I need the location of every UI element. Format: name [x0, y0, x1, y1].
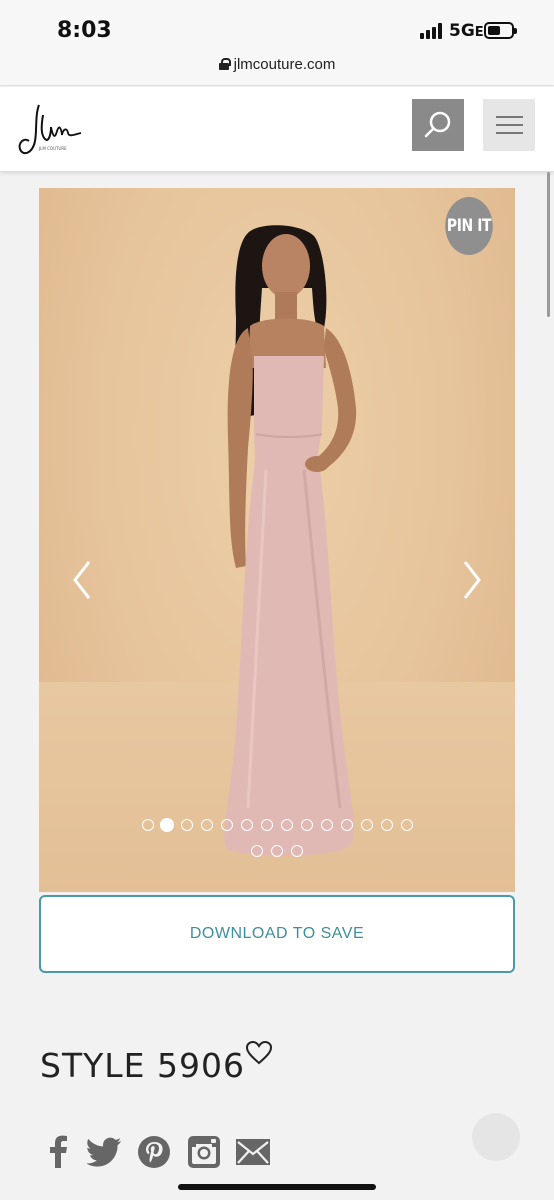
gallery-dot[interactable] [401, 819, 413, 831]
gallery-dot[interactable] [142, 819, 154, 831]
instagram-icon[interactable] [186, 1135, 222, 1169]
product-style-title: STYLE 5906 [40, 1046, 245, 1085]
gallery-dot[interactable] [221, 819, 233, 831]
jlm-logo[interactable]: JLM COUTURE [15, 97, 90, 159]
gallery-dot[interactable] [301, 819, 313, 831]
svg-text:JLM COUTURE: JLM COUTURE [38, 146, 67, 151]
chevron-left-icon[interactable] [69, 558, 95, 602]
signal-icon [420, 23, 442, 39]
hamburger-menu-icon [496, 116, 523, 118]
back-to-top-button[interactable] [472, 1113, 520, 1161]
gallery-dot[interactable] [291, 845, 303, 857]
menu-button[interactable] [483, 99, 535, 151]
gallery-dot[interactable] [381, 819, 393, 831]
gallery-dot[interactable] [181, 819, 193, 831]
facebook-icon[interactable] [41, 1135, 77, 1169]
gallery-dot[interactable] [361, 819, 373, 831]
gallery-dot[interactable] [251, 845, 263, 857]
lock-icon [218, 58, 231, 70]
page-scrollbar[interactable] [547, 172, 550, 317]
product-image-gallery[interactable]: PIN IT [39, 188, 515, 892]
search-icon [424, 111, 451, 138]
email-icon[interactable] [235, 1135, 271, 1169]
pin-it-button[interactable]: PIN IT [445, 197, 493, 255]
pinterest-icon[interactable] [136, 1135, 172, 1169]
gallery-dot[interactable] [321, 819, 333, 831]
download-to-save-button[interactable]: DOWNLOAD TO SAVE [39, 895, 515, 973]
battery-icon [484, 22, 517, 39]
twitter-icon[interactable] [87, 1135, 123, 1169]
search-button[interactable] [412, 99, 464, 151]
status-bar: 8:03 5GE jlmcouture.com [0, 0, 554, 86]
clock: 8:03 [57, 18, 112, 43]
url-text: jlmcouture.com [233, 56, 336, 73]
gallery-dot[interactable] [271, 845, 283, 857]
model-in-dress-image [224, 225, 357, 857]
chevron-right-icon[interactable] [459, 558, 485, 602]
gallery-dot[interactable] [341, 819, 353, 831]
heart-icon[interactable] [245, 1040, 273, 1066]
gallery-dot[interactable] [281, 819, 293, 831]
home-indicator[interactable] [178, 1184, 376, 1190]
gallery-dot[interactable] [261, 819, 273, 831]
network-label: 5GE [449, 21, 484, 41]
gallery-dot[interactable] [241, 819, 253, 831]
gallery-dot-active[interactable] [160, 818, 174, 832]
address-bar[interactable]: jlmcouture.com [0, 56, 554, 73]
gallery-dot[interactable] [201, 819, 213, 831]
site-header: JLM COUTURE [0, 87, 554, 171]
